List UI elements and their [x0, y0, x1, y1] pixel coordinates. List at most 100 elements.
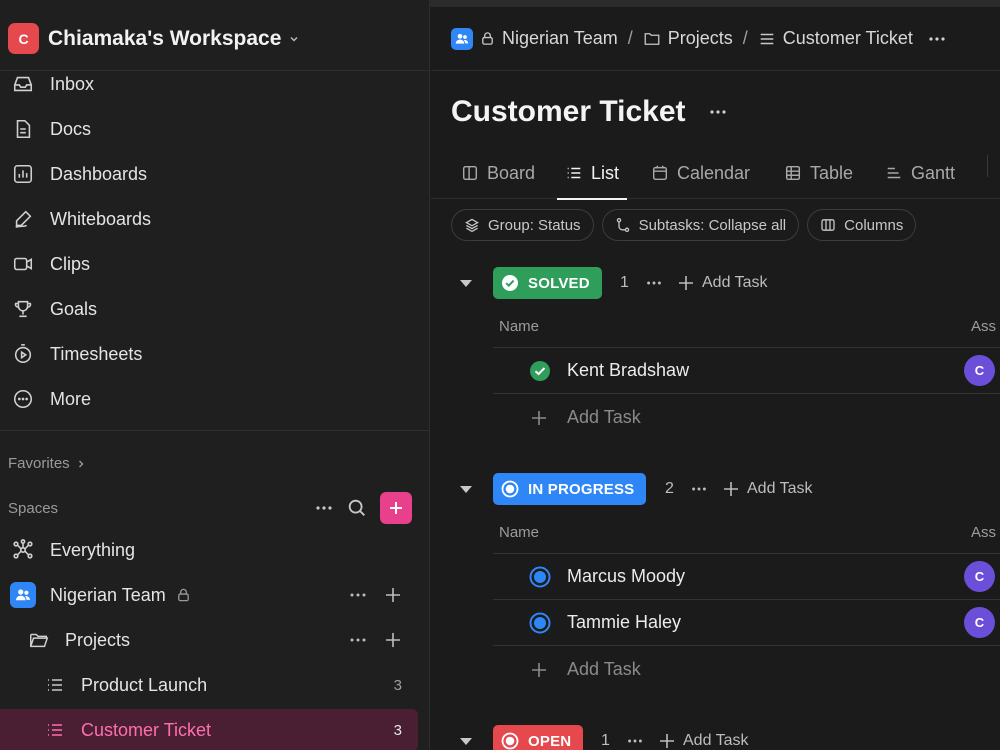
column-header-name[interactable]: Name	[499, 524, 539, 541]
plus-icon	[660, 734, 674, 748]
plus-icon[interactable]	[384, 586, 402, 604]
sidebar-item-more[interactable]: More	[0, 379, 430, 419]
table-row[interactable]: Tammie Haley C	[493, 599, 1000, 645]
sidebar-item-timesheets[interactable]: Timesheets	[0, 334, 430, 374]
more-horizontal-icon[interactable]	[927, 29, 947, 49]
plus-icon	[679, 276, 693, 290]
sidebar-item-label: Clips	[50, 253, 91, 274]
add-task-label: Add Task	[702, 274, 768, 291]
sidebar-item-label: Docs	[50, 118, 92, 139]
timer-icon	[11, 342, 35, 366]
group-count: 1	[601, 732, 610, 749]
sidebar-item-list-customer-ticket[interactable]: Customer Ticket 3	[0, 709, 418, 750]
column-header-name[interactable]: Name	[499, 318, 539, 335]
add-task-button[interactable]: Add Task	[659, 732, 749, 750]
plus-icon	[724, 482, 738, 496]
avatar[interactable]: C	[964, 607, 995, 638]
tab-table[interactable]: Table	[784, 147, 853, 199]
sidebar-item-docs[interactable]: Docs	[0, 109, 430, 149]
breadcrumb-separator: /	[742, 28, 748, 48]
status-in-progress-icon[interactable]	[529, 566, 551, 588]
avatar[interactable]: C	[964, 561, 995, 592]
sidebar-item-dashboards[interactable]: Dashboards	[0, 154, 430, 194]
status-group-solved: SOLVED 1 Add Task	[431, 267, 1000, 299]
status-badge[interactable]: SOLVED	[493, 267, 602, 299]
add-task-row[interactable]: Add Task	[493, 645, 1000, 693]
space-tools	[348, 585, 402, 605]
tab-board[interactable]: Board	[461, 147, 535, 199]
sidebar-item-label: Whiteboards	[50, 208, 152, 229]
add-task-button[interactable]: Add Task	[723, 480, 813, 498]
subtasks-icon	[616, 217, 629, 233]
collapse-caret-icon[interactable]	[460, 737, 472, 745]
lock-icon	[178, 588, 189, 602]
more-horizontal-icon[interactable]	[314, 498, 334, 518]
more-horizontal-icon[interactable]	[348, 585, 368, 605]
main-content: Nigerian Team / Projects / Customer Tick…	[431, 7, 1000, 750]
task-name[interactable]: Tammie Haley	[567, 612, 681, 633]
table-row[interactable]: Kent Bradshaw C	[493, 347, 1000, 393]
subtasks-chip[interactable]: Subtasks: Collapse all	[601, 209, 800, 241]
add-task-label: Add Task	[567, 659, 641, 679]
sidebar-item-list-product-launch[interactable]: Product Launch 3	[0, 664, 418, 706]
avatar[interactable]: C	[964, 355, 995, 386]
favorites-toggle[interactable]: Favorites	[8, 455, 86, 472]
group-count: 1	[620, 274, 629, 291]
more-horizontal-icon[interactable]	[708, 102, 728, 122]
status-badge[interactable]: OPEN	[493, 725, 584, 750]
column-header-assignee[interactable]: Ass	[971, 318, 996, 335]
tab-calendar[interactable]: Calendar	[651, 147, 750, 199]
sidebar-item-everything[interactable]: Everything	[0, 529, 418, 571]
team-icon	[451, 27, 473, 50]
status-label: IN PROGRESS	[528, 480, 635, 498]
columns-chip[interactable]: Columns	[807, 209, 917, 241]
more-horizontal-icon[interactable]	[348, 630, 368, 650]
collapse-caret-icon[interactable]	[460, 485, 472, 493]
status-group-open: OPEN 1 Add Task	[431, 725, 1000, 750]
breadcrumb-space[interactable]: Nigerian Team	[451, 27, 618, 50]
workspace-switcher[interactable]: C Chiamaka's Workspace	[0, 7, 430, 71]
tab-label: Calendar	[677, 162, 751, 183]
sidebar-divider	[0, 430, 430, 431]
status-in-progress-icon[interactable]	[529, 612, 551, 634]
add-task-row[interactable]: Add Task	[493, 393, 1000, 441]
sidebar-item-label: Timesheets	[50, 343, 143, 364]
column-header-assignee[interactable]: Ass	[971, 524, 996, 541]
breadcrumb-list[interactable]: Customer Ticket	[758, 28, 913, 49]
add-task-button[interactable]: Add Task	[678, 274, 768, 292]
sidebar-item-clips[interactable]: Clips	[0, 244, 430, 284]
task-name[interactable]: Kent Bradshaw	[567, 360, 689, 381]
collapse-caret-icon[interactable]	[460, 279, 472, 287]
sidebar-item-whiteboards[interactable]: Whiteboards	[0, 199, 430, 239]
task-name[interactable]: Marcus Moody	[567, 566, 685, 587]
more-horizontal-icon[interactable]	[690, 480, 708, 498]
more-circle-icon	[11, 387, 35, 411]
board-icon	[462, 165, 478, 181]
inbox-icon	[11, 72, 35, 96]
tab-label: Table	[810, 162, 854, 183]
tab-gantt[interactable]: Gantt	[885, 147, 955, 199]
plus-icon[interactable]	[384, 631, 402, 649]
tab-list[interactable]: List	[556, 147, 628, 200]
view-filters: Group: Status Subtasks: Collapse all Col…	[451, 209, 917, 241]
add-space-button[interactable]	[380, 492, 412, 524]
more-horizontal-icon[interactable]	[626, 732, 644, 750]
status-solved-icon[interactable]	[529, 360, 551, 382]
status-badge[interactable]: IN PROGRESS	[493, 473, 647, 505]
sidebar-item-inbox[interactable]: Inbox	[0, 64, 430, 104]
workspace-name: Chiamaka's Workspace	[48, 26, 282, 50]
spaces-tools	[314, 492, 412, 524]
table-row[interactable]: Marcus Moody C	[493, 553, 1000, 599]
favorites-label: Favorites	[8, 455, 70, 472]
breadcrumb-list-label: Customer Ticket	[782, 28, 913, 48]
more-horizontal-icon[interactable]	[645, 274, 663, 292]
columns-label: Columns	[844, 216, 904, 234]
search-icon[interactable]	[346, 497, 368, 519]
group-by-chip[interactable]: Group: Status	[451, 209, 594, 241]
sidebar-item-goals[interactable]: Goals	[0, 289, 430, 329]
breadcrumb: Nigerian Team / Projects / Customer Tick…	[431, 7, 1000, 71]
sidebar-item-space-nigerian-team[interactable]: Nigerian Team	[0, 574, 418, 616]
sidebar-item-folder-projects[interactable]: Projects	[0, 619, 418, 661]
sidebar-item-label: Goals	[50, 298, 98, 319]
breadcrumb-folder[interactable]: Projects	[643, 28, 733, 49]
